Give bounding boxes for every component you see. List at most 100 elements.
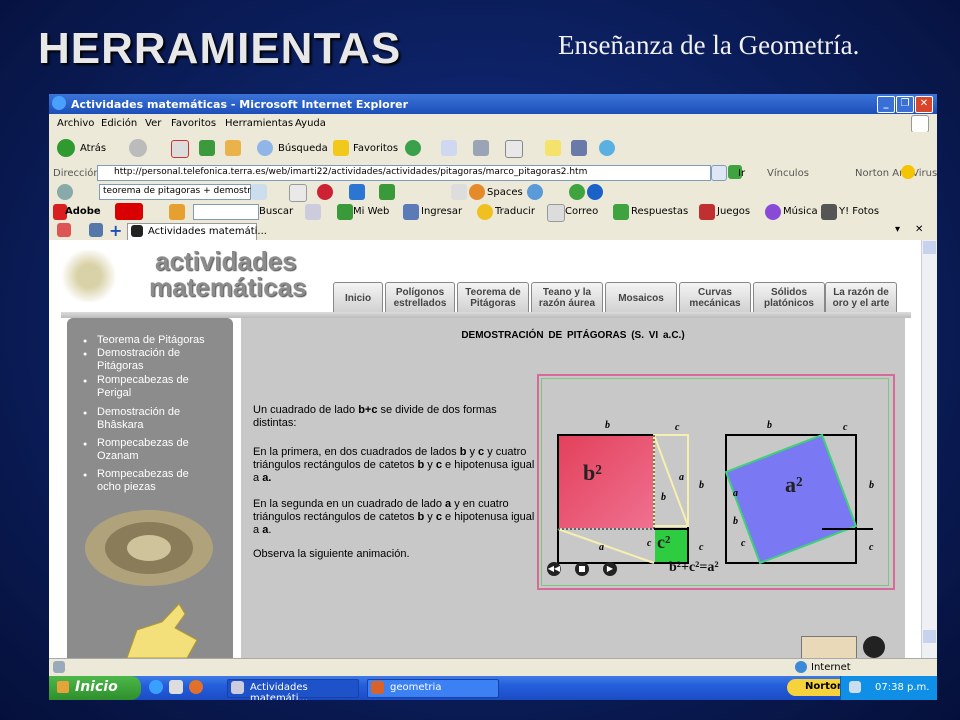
answers-icon[interactable] bbox=[613, 204, 629, 220]
scroll-up-icon[interactable] bbox=[923, 241, 936, 254]
signin-label[interactable]: Ingresar bbox=[421, 206, 462, 217]
back-arrow-icon[interactable] bbox=[57, 139, 75, 157]
sidebar-item-ocho-piezas[interactable]: Rompecabezas de ocho piezas bbox=[83, 468, 207, 494]
research-icon[interactable] bbox=[571, 140, 587, 156]
toolbar-search-icon[interactable] bbox=[251, 184, 267, 200]
maximize-button[interactable]: ❐ bbox=[896, 96, 914, 113]
music-label[interactable]: Música bbox=[783, 206, 818, 217]
mail-envelope-icon[interactable] bbox=[547, 204, 565, 222]
title-bar[interactable]: Actividades matemáticas - Microsoft Inte… bbox=[49, 94, 937, 114]
close-button[interactable]: ✕ bbox=[915, 96, 933, 113]
edit-icon[interactable] bbox=[505, 140, 523, 158]
search-icon[interactable] bbox=[257, 140, 273, 156]
address-dropdown-icon[interactable] bbox=[711, 165, 727, 181]
tab-list-icon[interactable] bbox=[89, 223, 103, 237]
pencils-image[interactable] bbox=[801, 636, 857, 658]
menu-archivo[interactable]: Archivo bbox=[57, 118, 94, 129]
tab-home-icon[interactable] bbox=[57, 223, 71, 237]
norton-antivirus-label[interactable]: Norton AntiVirus bbox=[855, 168, 937, 179]
tab-close-icon[interactable]: ✕ bbox=[915, 224, 923, 235]
quicklaunch-media-icon[interactable] bbox=[189, 680, 203, 694]
adobe-label[interactable]: Adobe bbox=[65, 206, 101, 217]
quicklaunch-ie-icon[interactable] bbox=[149, 680, 163, 694]
messenger-icon[interactable] bbox=[599, 140, 615, 156]
address-input[interactable]: http://personal.telefonica.terra.es/web/… bbox=[97, 165, 711, 181]
toolbar-icon-2[interactable] bbox=[317, 184, 333, 200]
history-icon[interactable] bbox=[405, 140, 421, 156]
start-button[interactable]: Inicio bbox=[49, 676, 141, 700]
people-icon[interactable] bbox=[527, 184, 543, 200]
menu-ayuda[interactable]: Ayuda bbox=[295, 118, 326, 129]
yahoo-search-input[interactable] bbox=[193, 204, 259, 220]
task-geometria[interactable]: geometria bbox=[367, 679, 499, 698]
stop-button[interactable] bbox=[575, 562, 589, 576]
site-nav-poligonos[interactable]: Polígonos estrellados bbox=[385, 282, 455, 313]
menu-favoritos[interactable]: Favoritos bbox=[171, 118, 216, 129]
back-arrow-button[interactable] bbox=[863, 636, 885, 658]
search-button[interactable]: Búsqueda bbox=[278, 143, 328, 154]
print-icon[interactable] bbox=[473, 140, 489, 156]
site-nav-inicio[interactable]: Inicio bbox=[333, 282, 383, 313]
mail-icon[interactable] bbox=[441, 140, 457, 156]
toolbar-search-input[interactable]: teorema de pitagoras + demostra bbox=[99, 184, 256, 200]
yahoo-logo-icon[interactable] bbox=[115, 203, 143, 220]
go-button[interactable]: Ir bbox=[738, 168, 745, 179]
site-nav-pitagoras[interactable]: Teorema de Pitágoras bbox=[457, 282, 529, 313]
myweb-label[interactable]: Mi Web bbox=[353, 206, 389, 217]
toolbar-icon-5[interactable] bbox=[451, 184, 467, 200]
translate-label[interactable]: Traducir bbox=[495, 206, 535, 217]
home-icon[interactable] bbox=[225, 140, 241, 156]
task-actividades[interactable]: Actividades matemáti... bbox=[227, 679, 359, 700]
favorites-star-icon[interactable] bbox=[333, 140, 349, 156]
sidebar-item-bhaskara[interactable]: Demostración de Bhâskara bbox=[83, 406, 207, 432]
translate-icon[interactable] bbox=[477, 204, 493, 220]
quicklaunch-desktop-icon[interactable] bbox=[169, 680, 183, 694]
camera-icon[interactable] bbox=[821, 204, 837, 220]
help-icon[interactable] bbox=[587, 184, 603, 200]
links-label[interactable]: Vínculos bbox=[767, 168, 809, 179]
toolbar-icon-4[interactable] bbox=[379, 184, 395, 200]
sidebar-item-perigal[interactable]: Rompecabezas de Perigal bbox=[83, 374, 207, 400]
toolbar-icon-6[interactable] bbox=[569, 184, 585, 200]
myweb-icon[interactable] bbox=[337, 204, 353, 220]
games-icon[interactable] bbox=[699, 204, 715, 220]
spaces-icon[interactable] bbox=[469, 184, 485, 200]
discuss-icon[interactable] bbox=[545, 140, 561, 156]
site-nav-solidos[interactable]: Sólidos platónicos bbox=[753, 282, 825, 313]
menu-herramientas[interactable]: Herramientas bbox=[225, 118, 293, 129]
refresh-icon[interactable] bbox=[199, 140, 215, 156]
stop-icon[interactable] bbox=[171, 140, 189, 158]
toolbar-menu-icon[interactable] bbox=[57, 184, 73, 200]
rewind-button[interactable]: ◀◀ bbox=[547, 562, 561, 576]
signin-icon[interactable] bbox=[403, 204, 419, 220]
pencil-icon[interactable] bbox=[169, 204, 185, 220]
site-nav-curvas[interactable]: Curvas mecánicas bbox=[679, 282, 751, 313]
back-button[interactable]: Atrás bbox=[80, 143, 106, 154]
yahoo-search-button[interactable]: Buscar bbox=[259, 206, 293, 217]
yahoo-icon-1[interactable] bbox=[305, 204, 321, 220]
tab-list-dropdown-icon[interactable]: ▾ bbox=[895, 224, 900, 235]
games-label[interactable]: Juegos bbox=[717, 206, 750, 217]
new-tab-icon[interactable]: + bbox=[109, 221, 122, 240]
spaces-label[interactable]: Spaces bbox=[487, 187, 523, 198]
photos-label[interactable]: Y! Fotos bbox=[839, 206, 879, 217]
menu-edicion[interactable]: Edición bbox=[101, 118, 137, 129]
sidebar-item-teorema[interactable]: Teorema de Pitágoras bbox=[83, 334, 205, 348]
forward-arrow-icon[interactable] bbox=[129, 139, 147, 157]
site-nav-razon-oro[interactable]: La razón de oro y el arte bbox=[825, 282, 897, 313]
favorites-button[interactable]: Favoritos bbox=[353, 143, 398, 154]
toolbar-icon-1[interactable] bbox=[289, 184, 307, 202]
tray-icon[interactable] bbox=[849, 681, 861, 693]
sidebar-item-ozanam[interactable]: Rompecabezas de Ozanam bbox=[83, 437, 207, 463]
norton-icon[interactable] bbox=[901, 165, 915, 179]
tab-active[interactable]: Actividades matemáti... bbox=[127, 223, 267, 240]
toolbar-icon-3[interactable] bbox=[349, 184, 365, 200]
site-nav-teano[interactable]: Teano y la razón áurea bbox=[531, 282, 603, 313]
play-button[interactable]: ▶ bbox=[603, 562, 617, 576]
vertical-scrollbar[interactable] bbox=[921, 240, 937, 658]
mail-label[interactable]: Correo bbox=[565, 206, 598, 217]
menu-ver[interactable]: Ver bbox=[145, 118, 161, 129]
music-icon[interactable] bbox=[765, 204, 781, 220]
minimize-button[interactable]: _ bbox=[877, 96, 895, 113]
site-nav-mosaicos[interactable]: Mosaicos bbox=[605, 282, 677, 313]
